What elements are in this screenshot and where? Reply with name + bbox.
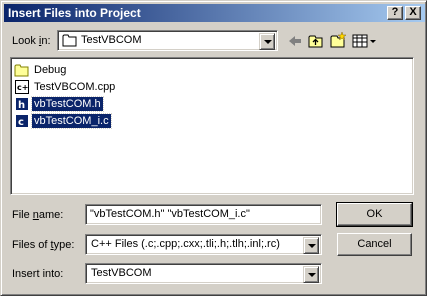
insert-into-dropdown-button[interactable]	[303, 266, 319, 283]
file-name-label: File name:	[12, 209, 64, 221]
close-button[interactable]: X	[405, 6, 421, 20]
files-of-type-label: Files of type:	[12, 239, 75, 251]
file-name-input[interactable]: "vbTestCOM.h" "vbTestCOM_i.c"	[85, 204, 322, 225]
cpp-file-icon: c+	[15, 80, 29, 94]
cancel-button[interactable]: Cancel	[337, 233, 412, 256]
svg-text:c+: c+	[17, 83, 28, 92]
svg-text:h: h	[18, 100, 25, 111]
header-file-icon: h	[15, 97, 29, 111]
insert-files-dialog: Insert Files into Project ? X Look in: T…	[0, 0, 427, 296]
file-list[interactable]: Debug c+ TestVBCOM.cpp h vbTestCOM.h c v…	[10, 57, 414, 195]
insert-into-combo[interactable]: TestVBCOM	[85, 263, 322, 284]
look-in-combo[interactable]: TestVBCOM	[57, 30, 278, 51]
view-menu-icon[interactable]	[352, 32, 378, 50]
folder-icon	[14, 64, 29, 77]
files-of-type-combo[interactable]: C++ Files (.c;.cpp;.cxx;.tli;.h;.tlh;.in…	[85, 234, 322, 255]
file-name: Debug	[34, 64, 67, 76]
window-title: Insert Files into Project	[8, 6, 141, 20]
files-of-type-dropdown-button[interactable]	[303, 237, 319, 254]
insert-into-value: TestVBCOM	[91, 267, 152, 279]
folder-icon	[62, 34, 77, 47]
c-file-icon: c	[15, 114, 29, 128]
files-of-type-value: C++ Files (.c;.cpp;.cxx;.tli;.h;.tlh;.in…	[91, 238, 280, 250]
file-name: vbTestCOM_i.c	[31, 113, 112, 129]
new-folder-icon[interactable]	[329, 31, 347, 49]
look-in-label: Look in:	[12, 35, 51, 47]
up-folder-icon[interactable]	[307, 32, 325, 50]
file-name: TestVBCOM.cpp	[34, 81, 116, 93]
back-arrow-icon[interactable]	[286, 32, 304, 50]
insert-into-label: Insert into:	[12, 268, 64, 280]
file-name: vbTestCOM.h	[31, 96, 104, 112]
look-in-dropdown-button[interactable]	[259, 33, 275, 50]
look-in-value: TestVBCOM	[81, 34, 142, 46]
ok-button[interactable]: OK	[336, 202, 413, 227]
title-bar[interactable]: Insert Files into Project ? X	[4, 4, 425, 22]
svg-text:c: c	[18, 117, 24, 128]
help-button[interactable]: ?	[387, 6, 403, 20]
